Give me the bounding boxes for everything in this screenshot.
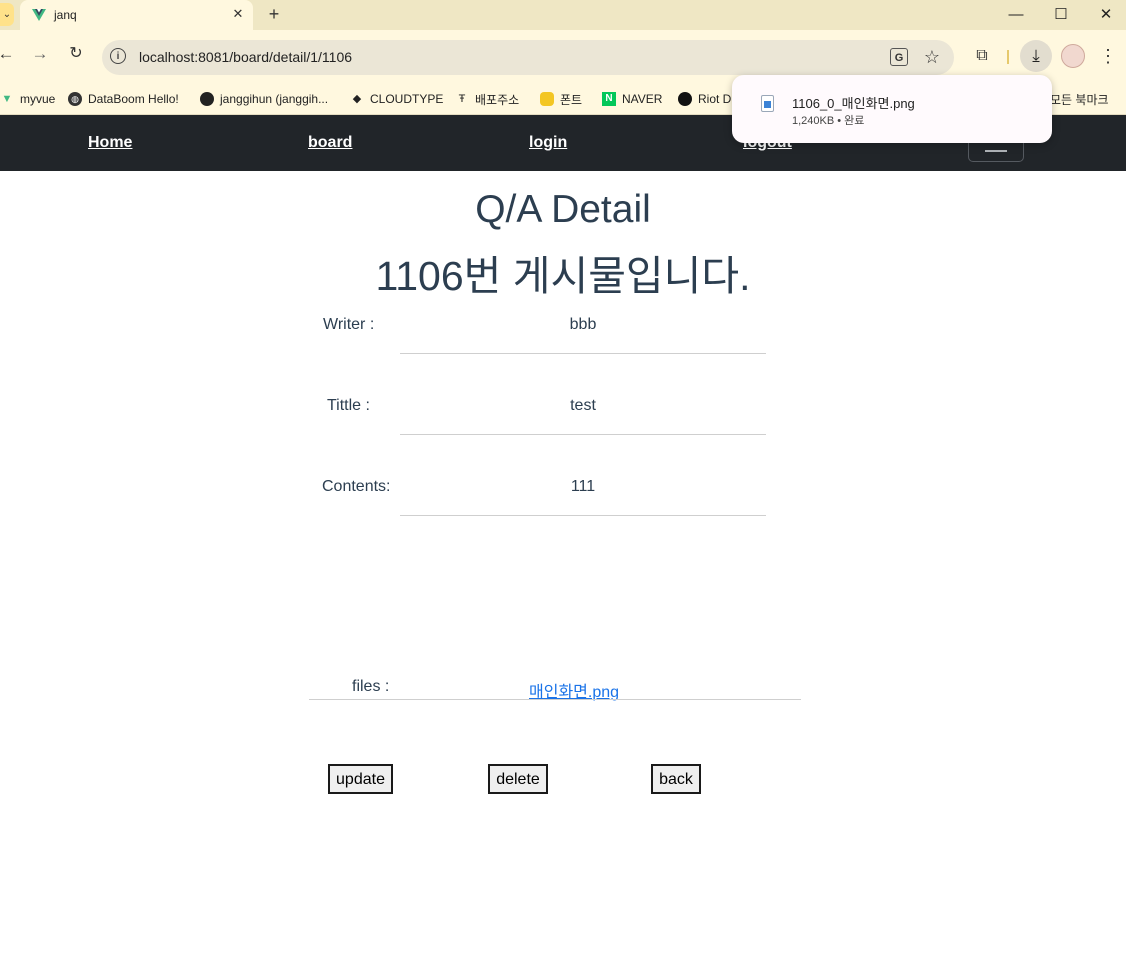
bookmark-label: 폰트 xyxy=(560,92,583,107)
site-info-icon[interactable]: i xyxy=(110,48,126,64)
hamburger-icon xyxy=(985,150,1007,152)
tab-search-button[interactable]: ⌄ xyxy=(0,3,14,26)
download-status: 1,240KB • 완료 xyxy=(792,115,865,127)
bookmark-github[interactable]: janggihun (janggih... xyxy=(200,84,328,114)
more-menu-icon[interactable]: ⋮ xyxy=(1098,44,1118,68)
nav-link-board[interactable]: board xyxy=(308,134,352,152)
bookmark-label: NAVER xyxy=(622,92,663,106)
nav-link-login[interactable]: login xyxy=(529,134,567,152)
bookmark-label: 배포주소 xyxy=(475,92,520,107)
bookmark-cloudtype[interactable]: ◆ CLOUDTYPE xyxy=(350,84,444,114)
tab-close-icon[interactable]: ✕ xyxy=(229,5,247,23)
address-bar[interactable]: i localhost:8081/board/detail/1/1106 G ☆ xyxy=(102,40,954,75)
bookmark-myvue[interactable]: ▼ myvue xyxy=(0,84,56,114)
translate-icon[interactable]: G xyxy=(890,48,908,66)
minimize-window-button[interactable]: — xyxy=(993,0,1039,30)
page-title: Q/A Detail xyxy=(475,188,651,231)
new-tab-button[interactable]: + xyxy=(264,4,284,24)
update-button[interactable]: update xyxy=(328,764,393,794)
writer-label: Writer : xyxy=(323,316,375,333)
bookmark-label: Riot D xyxy=(698,92,732,106)
download-icon[interactable]: ⤓ xyxy=(1020,40,1052,72)
all-bookmarks[interactable]: 모든 북마크 xyxy=(1050,84,1109,114)
image-file-icon xyxy=(761,95,774,112)
bookmark-databoom[interactable]: ◍ DataBoom Hello! xyxy=(68,84,179,114)
reload-icon[interactable]: ↻ xyxy=(64,42,88,66)
bookmark-riot[interactable]: Riot D xyxy=(678,84,731,114)
tab-title: janq xyxy=(54,8,77,22)
vue-icon xyxy=(32,9,46,21)
download-bubble[interactable]: 1106_0_매인화면.png 1,240KB • 완료 xyxy=(732,75,1052,143)
contents-divider xyxy=(400,515,766,516)
extensions-icon[interactable]: ⧉ xyxy=(970,44,994,68)
back-arrow-icon[interactable]: ← xyxy=(0,42,18,66)
vue-icon: ▼ xyxy=(1,93,13,105)
bookmark-font[interactable]: 폰트 xyxy=(540,84,582,114)
riot-icon xyxy=(678,92,692,106)
bookmark-deploy-address[interactable]: Ŧ 배포주소 xyxy=(455,84,520,114)
bookmark-naver[interactable]: N NAVER xyxy=(602,84,662,114)
forward-arrow-icon[interactable]: → xyxy=(28,42,52,66)
url-text[interactable]: localhost:8081/board/detail/1/1106 xyxy=(139,49,352,65)
pin-icon: Ŧ xyxy=(458,93,466,105)
contents-label: Contents: xyxy=(322,478,391,495)
active-tab[interactable]: janq ✕ xyxy=(20,0,253,30)
title-value: test xyxy=(570,397,596,414)
toolbar-divider xyxy=(1007,50,1009,64)
files-divider xyxy=(309,699,801,700)
post-number-heading: 1106번 게시물입니다. xyxy=(375,253,751,299)
font-icon xyxy=(540,92,554,106)
bookmark-label: CLOUDTYPE xyxy=(370,92,444,106)
bookmark-star-icon[interactable]: ☆ xyxy=(922,45,942,69)
bookmark-label: myvue xyxy=(20,92,56,106)
tab-strip: ⌄ janq ✕ + — ☐ ✕ xyxy=(0,0,1126,30)
back-button[interactable]: back xyxy=(651,764,701,794)
bookmark-label: DataBoom Hello! xyxy=(88,92,179,106)
delete-button[interactable]: delete xyxy=(488,764,548,794)
writer-divider xyxy=(400,353,766,354)
title-divider xyxy=(400,434,766,435)
contents-value: 111 xyxy=(570,478,596,495)
globe-icon: ◍ xyxy=(68,92,82,106)
writer-value: bbb xyxy=(569,316,597,333)
github-icon xyxy=(200,92,214,106)
title-label: Tittle : xyxy=(327,397,370,414)
all-bookmarks-label: 모든 북마크 xyxy=(1050,92,1109,107)
nav-link-home[interactable]: Home xyxy=(88,134,132,152)
bookmark-label: janggihun (janggih... xyxy=(220,92,329,106)
naver-icon: N xyxy=(602,92,616,106)
maximize-window-button[interactable]: ☐ xyxy=(1038,0,1084,30)
profile-avatar[interactable] xyxy=(1061,44,1085,68)
cloudtype-icon: ◆ xyxy=(352,93,362,105)
close-window-button[interactable]: ✕ xyxy=(1083,0,1126,30)
download-filename[interactable]: 1106_0_매인화면.png xyxy=(792,93,915,112)
files-label: files : xyxy=(352,678,390,695)
